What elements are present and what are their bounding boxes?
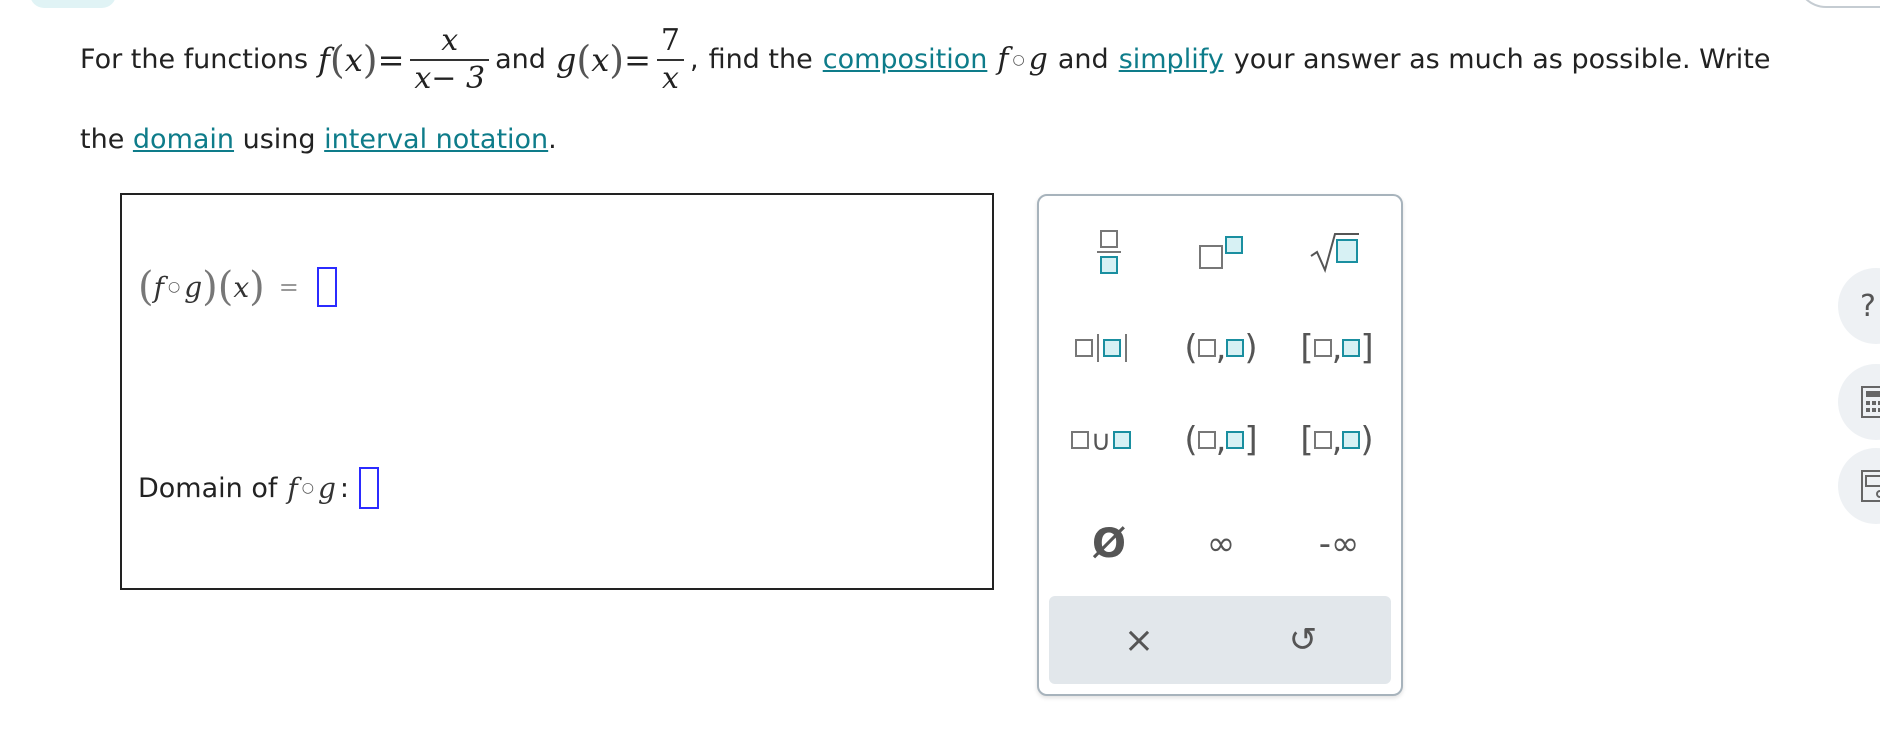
- undo-icon[interactable]: ↺: [1273, 610, 1333, 670]
- domain-f: f: [287, 471, 298, 505]
- f-denominator: x− 3: [414, 61, 486, 96]
- composition-input[interactable]: [316, 267, 337, 307]
- open-interval-comma: ,: [1215, 328, 1227, 368]
- undo-symbol: ↺: [1288, 620, 1318, 660]
- reference-icon[interactable]: [1838, 448, 1880, 524]
- problem-line-1: For the functions f (x) = x x− 3 and g (…: [80, 23, 1771, 97]
- g-numerator: 7: [660, 23, 680, 58]
- fog-g: g: [1028, 42, 1048, 77]
- and-text-1: and: [495, 44, 546, 75]
- composition-answer-row: ( f ○ g ) ( x ) =: [138, 267, 337, 307]
- palette-footer: × ↺: [1049, 596, 1391, 684]
- interval-notation-link[interactable]: interval notation: [324, 124, 548, 155]
- answer-x: x: [233, 270, 250, 304]
- f-equals: =: [377, 41, 405, 79]
- answer-f: f: [153, 270, 164, 304]
- domain-compose-ring-icon: ○: [301, 480, 314, 496]
- top-tab[interactable]: [30, 0, 116, 8]
- clear-symbol: ×: [1123, 619, 1155, 661]
- closed-interval-icon[interactable]: [,]: [1295, 318, 1379, 378]
- infinity-symbol: ∞: [1206, 524, 1236, 564]
- half-open-left-closed-icon[interactable]: [,): [1295, 410, 1379, 470]
- domain-g: g: [317, 471, 336, 505]
- empty-set-symbol: Ø: [1091, 521, 1126, 567]
- closed-interval-comma: ,: [1331, 328, 1343, 368]
- and-text-2: and: [1057, 44, 1109, 75]
- half-open-right-closed-icon[interactable]: (,]: [1179, 410, 1263, 470]
- g-arg: x: [591, 41, 610, 79]
- infinity-icon[interactable]: ∞: [1189, 514, 1253, 574]
- g-equals: =: [624, 41, 651, 79]
- the-text: the: [80, 124, 125, 155]
- g-fraction: 7 x: [656, 23, 684, 97]
- absolute-value-icon[interactable]: [1061, 318, 1141, 378]
- composition-link[interactable]: composition: [823, 38, 988, 82]
- compose-ring-icon: ○: [1012, 52, 1025, 68]
- superscript-icon[interactable]: [1191, 222, 1251, 282]
- fog-f: f: [997, 42, 1009, 77]
- union-icon[interactable]: ∪: [1061, 410, 1141, 470]
- comma: ,: [689, 44, 699, 75]
- negative-infinity-symbol: -∞: [1318, 524, 1360, 564]
- half-open-1-comma: ,: [1215, 420, 1227, 460]
- domain-answer-row: Domain of f ○ g :: [138, 467, 380, 509]
- g-denominator: x: [661, 61, 679, 96]
- f-numerator: x: [441, 23, 459, 58]
- using-text: using: [242, 124, 316, 155]
- problem-rest: your answer as much as possible. Write: [1233, 44, 1771, 75]
- union-symbol: ∪: [1090, 423, 1112, 457]
- sqrt-icon[interactable]: [1305, 222, 1365, 282]
- calculator-icon[interactable]: [1838, 364, 1880, 440]
- domain-link[interactable]: domain: [133, 124, 234, 155]
- negative-infinity-icon[interactable]: -∞: [1301, 514, 1377, 574]
- clear-icon[interactable]: ×: [1109, 610, 1169, 670]
- top-right-control[interactable]: [1796, 0, 1880, 8]
- period: .: [548, 124, 557, 155]
- math-palette: (,) [,] ∪ (,] [,) Ø ∞ -∞ × ↺: [1037, 194, 1403, 696]
- problem-intro: For the functions: [80, 44, 309, 75]
- answer-g: g: [184, 270, 203, 304]
- f-arg: x: [344, 41, 363, 79]
- domain-input[interactable]: [359, 467, 380, 509]
- simplify-link[interactable]: simplify: [1119, 38, 1224, 82]
- empty-set-icon[interactable]: Ø: [1079, 514, 1139, 574]
- answer-compose-ring-icon: ○: [167, 279, 181, 295]
- g-name: g: [555, 41, 577, 79]
- answer-equals: =: [278, 273, 299, 301]
- half-open-2-comma: ,: [1331, 420, 1343, 460]
- domain-label: Domain of: [138, 472, 278, 504]
- f-name: f: [318, 41, 330, 79]
- problem-line-2: the domain using interval notation.: [80, 118, 557, 162]
- answer-box: ( f ○ g ) ( x ) = Domain of f ○ g :: [120, 193, 994, 590]
- open-interval-icon[interactable]: (,): [1179, 318, 1263, 378]
- f-fraction: x x− 3: [410, 23, 490, 97]
- domain-colon: :: [339, 472, 350, 504]
- help-symbol: ?: [1860, 288, 1876, 324]
- find-the-text: find the: [708, 44, 813, 75]
- fraction-icon[interactable]: [1079, 222, 1139, 282]
- help-icon[interactable]: ?: [1838, 268, 1880, 344]
